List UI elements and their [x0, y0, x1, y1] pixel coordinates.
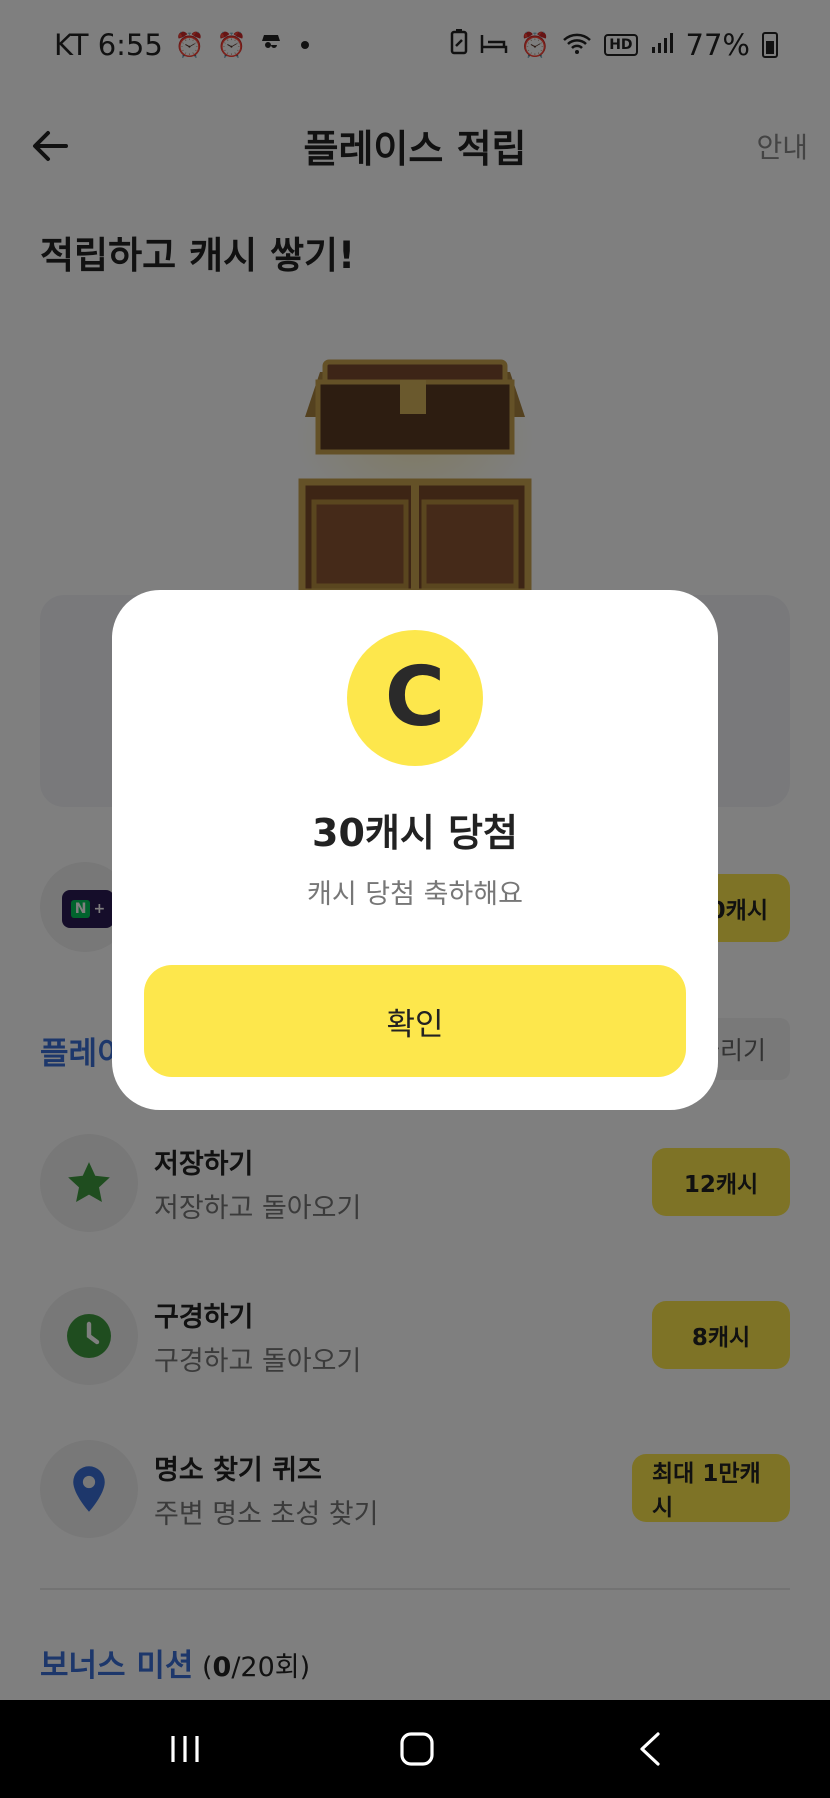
confirm-button[interactable]: 확인 — [144, 965, 686, 1077]
modal-subtitle: 캐시 당첨 축하해요 — [307, 879, 523, 910]
system-nav-bar — [0, 1700, 830, 1798]
home-button[interactable] — [387, 1724, 447, 1774]
chevron-left-icon — [640, 1732, 660, 1766]
recent-apps-button[interactable] — [155, 1724, 215, 1774]
home-icon — [400, 1732, 434, 1766]
coin-icon: C — [347, 630, 483, 766]
back-nav-button[interactable] — [620, 1724, 680, 1774]
modal-title: 30캐시 당첨 — [312, 811, 518, 855]
recent-apps-icon — [171, 1736, 199, 1762]
reward-modal: C 30캐시 당첨 캐시 당첨 축하해요 확인 — [112, 590, 718, 1110]
coin-letter: C — [384, 650, 446, 745]
